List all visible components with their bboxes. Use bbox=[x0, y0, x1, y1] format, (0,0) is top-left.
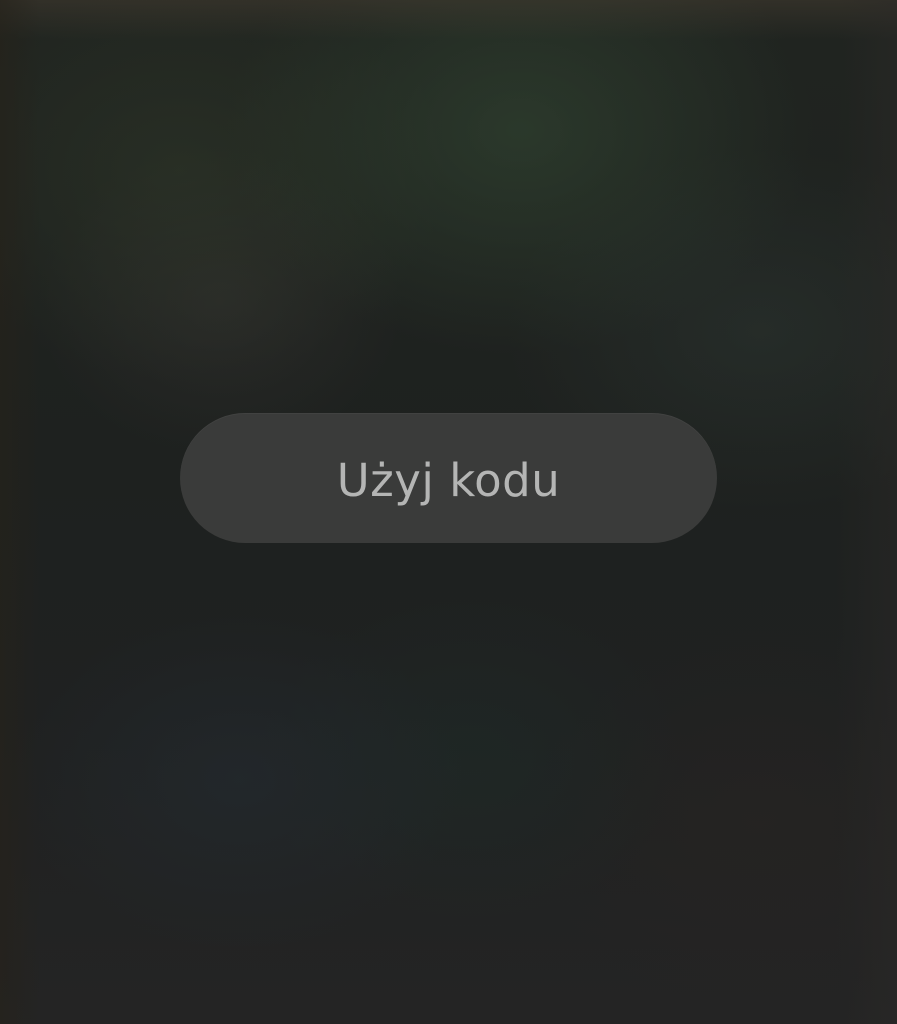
wallpaper-left-edge bbox=[0, 0, 40, 1024]
wallpaper-top-edge bbox=[0, 0, 897, 40]
use-code-button-label: Użyj kodu bbox=[336, 453, 561, 507]
use-code-button[interactable]: Użyj kodu bbox=[180, 413, 717, 543]
wallpaper-right-edge bbox=[837, 0, 897, 1024]
